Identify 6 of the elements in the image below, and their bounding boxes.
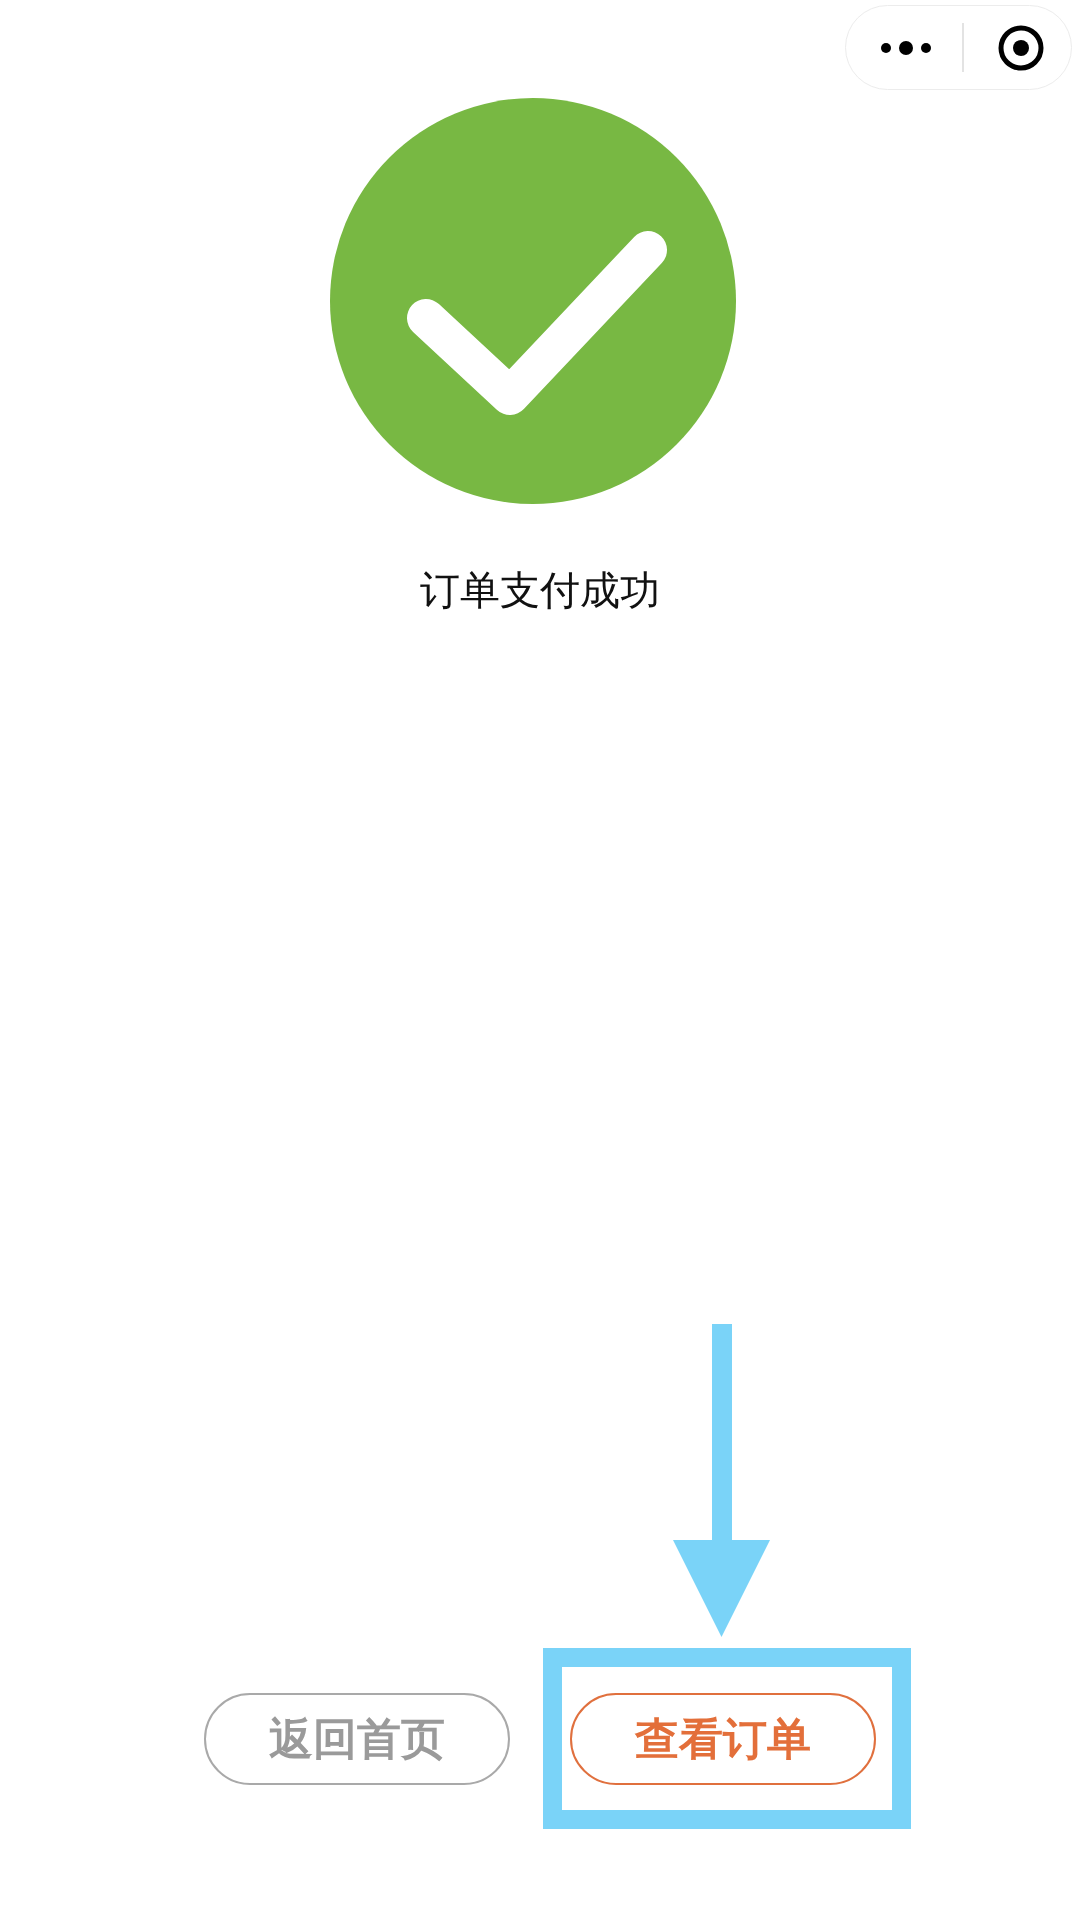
circle-dot-icon[interactable] — [998, 24, 1044, 71]
check-circle-icon — [330, 98, 736, 504]
view-order-button[interactable]: 查看订单 — [570, 1693, 876, 1785]
payment-success-text: 订单支付成功 — [420, 566, 660, 614]
home-button[interactable]: 返回首页 — [204, 1693, 510, 1785]
more-icon[interactable] — [881, 40, 931, 55]
